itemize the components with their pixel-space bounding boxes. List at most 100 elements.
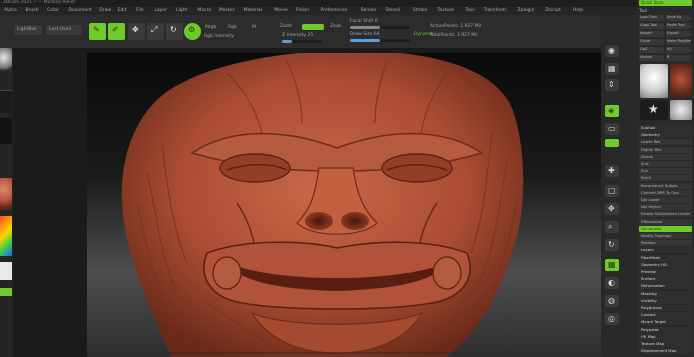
- menu-item-document[interactable]: Document: [69, 8, 92, 13]
- m-toggle[interactable]: M: [252, 25, 256, 30]
- z-intensity-slider[interactable]: [282, 40, 322, 43]
- tool-button-r[interactable]: R: [666, 55, 691, 61]
- zadd-toggle[interactable]: [302, 24, 324, 30]
- last-used-button[interactable]: Last Used: [46, 25, 82, 35]
- quick-save-button[interactable]: Quick Save: [639, 0, 692, 6]
- section-header-geometry-hd[interactable]: Geometry HD: [639, 261, 692, 268]
- tool-button-goz[interactable]: GoZ: [639, 47, 664, 53]
- geometry-item-reuv[interactable]: ReUV: [639, 175, 692, 182]
- section-header-texture-map[interactable]: Texture Map: [639, 341, 692, 347]
- menu-item-stencil[interactable]: Stencil: [385, 8, 400, 13]
- solo-button[interactable]: ◍: [605, 295, 619, 307]
- menu-item-transform[interactable]: Transform: [484, 8, 506, 13]
- section-header-deformation[interactable]: Deformation: [639, 283, 692, 290]
- menu-item-layer[interactable]: Layer: [155, 8, 168, 13]
- geometry-item-freeze-subdivision-levels[interactable]: Freeze SubDivision Levels: [639, 211, 692, 218]
- section-header-surface[interactable]: Surface: [639, 276, 692, 283]
- menu-item-preferences[interactable]: Preferences: [321, 8, 347, 13]
- zsub-toggle[interactable]: Zsub: [330, 24, 341, 29]
- geometry-item-zremesher[interactable]: ZRemesher: [639, 218, 692, 225]
- section-header-morph-target[interactable]: Morph Target: [639, 319, 692, 326]
- section-header-displacement-map[interactable]: Displacement Map: [639, 348, 692, 355]
- geometry-item-del-higher[interactable]: Del Higher: [639, 204, 692, 211]
- tool-button-visible[interactable]: Visible: [639, 55, 664, 61]
- lightbox-button[interactable]: LightBox: [14, 25, 42, 35]
- geometry-item-smt[interactable]: Smt: [639, 161, 692, 167]
- local-button[interactable]: [605, 139, 619, 147]
- menu-item-material[interactable]: Material: [244, 8, 262, 13]
- section-header-preview[interactable]: Preview: [639, 269, 692, 275]
- menu-item-macro[interactable]: Macro: [198, 8, 212, 13]
- section-header-masking[interactable]: Masking: [639, 290, 692, 297]
- tool-thumbnail-1[interactable]: [640, 64, 668, 98]
- geometry-item-del-lower[interactable]: Del Lower: [639, 197, 692, 203]
- zoom-view-button[interactable]: ⌕: [605, 221, 619, 233]
- menu-item-render[interactable]: Render: [361, 8, 377, 13]
- polyf-button[interactable]: ▦: [605, 259, 619, 271]
- secondary-color-swatch[interactable]: [0, 288, 12, 296]
- draw-size-slider[interactable]: [350, 39, 410, 42]
- material-thumbnail[interactable]: [0, 178, 12, 210]
- tool-thumbnail-2[interactable]: [670, 64, 692, 98]
- xpose-button[interactable]: ◎: [605, 313, 619, 325]
- main-color-swatch[interactable]: [0, 262, 12, 280]
- menu-item-zscript[interactable]: Zscript: [545, 8, 561, 13]
- menu-item-tool[interactable]: Tool: [465, 8, 474, 13]
- tool-button-import[interactable]: Import: [639, 31, 664, 37]
- menu-item-stroke[interactable]: Stroke: [413, 8, 427, 13]
- geometry-item-dynamesh[interactable]: Dynamesh: [639, 225, 692, 232]
- draw-button[interactable]: ✐: [108, 23, 125, 40]
- tool-button-paste-tool[interactable]: Paste Tool: [666, 23, 691, 29]
- rotate-view-button[interactable]: ↻: [605, 239, 619, 251]
- brush-thumbnail[interactable]: [0, 48, 12, 72]
- edit-button[interactable]: ✎: [89, 23, 106, 40]
- menu-item-picker[interactable]: Picker: [296, 8, 309, 13]
- tool-button-clone[interactable]: Clone: [639, 39, 664, 45]
- menu-item-marker[interactable]: Marker: [219, 8, 235, 13]
- section-header-polygroups[interactable]: Polygroups: [639, 305, 692, 311]
- menu-item-brush[interactable]: Brush: [26, 8, 39, 13]
- move-view-button[interactable]: ✥: [605, 203, 619, 215]
- tool-button-export[interactable]: Export: [666, 31, 691, 37]
- tool-button-all[interactable]: All: [666, 47, 691, 53]
- menu-item-movie[interactable]: Movie: [274, 8, 287, 13]
- section-header-fibermesh[interactable]: FiberMesh: [639, 254, 692, 261]
- section-header-visibility[interactable]: Visibility: [639, 297, 692, 304]
- transp-button[interactable]: ◐: [605, 277, 619, 289]
- menu-item-file[interactable]: File: [136, 8, 144, 13]
- move-button[interactable]: ✥: [128, 23, 145, 40]
- tool-button-make-polymesh3d[interactable]: Make PolyMesh3D: [666, 39, 691, 45]
- section-header-geometry[interactable]: Geometry: [639, 132, 692, 139]
- stroke-thumbnail[interactable]: [0, 90, 12, 113]
- section-header-layers[interactable]: Layers: [639, 247, 692, 254]
- scale-button[interactable]: ⤢: [147, 23, 164, 40]
- section-header-uv-map[interactable]: UV Map: [639, 333, 692, 340]
- focal-shift-slider[interactable]: [350, 26, 410, 29]
- alpha-thumbnail[interactable]: [0, 118, 12, 144]
- menu-item-texture[interactable]: Texture: [438, 8, 454, 13]
- tool-button-save-as[interactable]: Save As: [666, 15, 691, 21]
- menu-item-light[interactable]: Light: [176, 8, 187, 13]
- persp-button[interactable]: ◈: [605, 105, 619, 117]
- scroll-button[interactable]: ⇕: [605, 79, 619, 91]
- menu-item-draw[interactable]: Draw: [99, 8, 111, 13]
- spix-button[interactable]: ▦: [605, 63, 619, 75]
- menu-item-edit[interactable]: Edit: [118, 8, 127, 13]
- bpr-button[interactable]: ◉: [605, 45, 619, 57]
- xyz-button[interactable]: ✚: [605, 165, 619, 177]
- section-header-polypaint[interactable]: Polypaint: [639, 326, 692, 333]
- geometry-item-modify-topology[interactable]: Modify Topology: [639, 233, 692, 239]
- geometry-item-convert-bpr-to-geo[interactable]: Convert BPR To Geo: [639, 189, 692, 196]
- rgb-toggle[interactable]: Rgb: [228, 25, 237, 30]
- snapshot-button[interactable]: ⚙: [184, 23, 201, 40]
- geometry-item-suv[interactable]: Suv: [639, 168, 692, 175]
- floor-button[interactable]: ▭: [605, 123, 619, 135]
- geometry-item-position[interactable]: Position: [639, 240, 692, 247]
- tool-thumbnail-3[interactable]: ★: [640, 100, 668, 120]
- canvas-viewport[interactable]: [87, 53, 601, 357]
- section-header-subtool[interactable]: Subtool: [639, 125, 692, 131]
- rotate-button[interactable]: ↻: [166, 23, 183, 40]
- geometry-item-divide[interactable]: Divide: [639, 153, 692, 160]
- tool-button-copy-tool[interactable]: Copy Tool: [639, 23, 664, 29]
- menu-item-color[interactable]: Color: [47, 8, 59, 13]
